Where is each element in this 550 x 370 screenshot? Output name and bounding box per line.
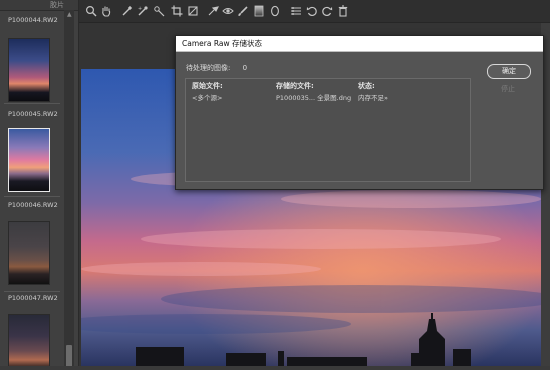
save-status-table: 原始文件: 存储的文件: 状态: <多个源> P1000035... 全景图.d… (185, 78, 471, 182)
filmstrip-item[interactable]: P1000046.RW2 (0, 198, 64, 298)
filmstrip-item-label: P1000047.RW2 (8, 294, 58, 302)
rotate-ccw-icon[interactable] (306, 5, 318, 17)
hand-icon[interactable] (100, 5, 112, 17)
stop-button[interactable]: 停止 (487, 83, 529, 96)
crop-icon[interactable] (171, 5, 183, 17)
remaining-images-count: 0 (242, 64, 248, 72)
cell-saved: P1000035... 全景图.dng (276, 94, 352, 102)
targeted-adjustment-icon[interactable] (153, 5, 165, 17)
filmstrip-divider (4, 196, 60, 197)
ok-button[interactable]: 确定 (487, 64, 531, 79)
photo-thumbnail-selected[interactable] (8, 128, 50, 192)
filmstrip-scroll-thumb[interactable] (66, 345, 72, 366)
adjustment-brush-icon[interactable] (237, 5, 249, 17)
spot-removal-icon[interactable] (207, 5, 219, 17)
column-header-saved: 存储的文件: (276, 82, 314, 90)
graduated-filter-icon[interactable] (253, 5, 265, 17)
svg-text:+: + (138, 6, 142, 12)
filmstrip-panel: 胶片 P1000044.RW2 P1000045.RW2 P1000046.RW… (0, 0, 79, 366)
photo-thumbnail[interactable] (8, 38, 50, 102)
red-eye-icon[interactable] (222, 5, 234, 17)
straighten-icon[interactable] (187, 5, 199, 17)
white-balance-icon[interactable] (121, 5, 133, 17)
preferences-icon[interactable] (290, 5, 302, 17)
filmstrip-item-label: P1000044.RW2 (8, 16, 58, 24)
toolbar: + (79, 0, 550, 23)
remaining-images-row: 待处理的图像: 0 (186, 63, 247, 73)
photo-thumbnail[interactable] (8, 314, 50, 366)
remaining-images-label: 待处理的图像: (186, 64, 231, 72)
filmstrip-scrollbar[interactable]: ▲ (64, 10, 74, 366)
color-sampler-icon[interactable]: + (137, 5, 149, 17)
scroll-up-arrow-icon[interactable]: ▲ (67, 11, 72, 18)
filmstrip-divider (4, 103, 60, 104)
filmstrip-item[interactable]: P1000047.RW2 (0, 292, 64, 366)
dialog-title: Camera Raw 存储状态 (176, 36, 543, 52)
trash-icon[interactable] (337, 5, 349, 17)
filmstrip-item[interactable]: P1000045.RW2 (0, 106, 64, 201)
rotate-cw-icon[interactable] (321, 5, 333, 17)
photo-thumbnail[interactable] (8, 221, 50, 285)
radial-filter-icon[interactable] (269, 5, 281, 17)
filmstrip-item-label: P1000046.RW2 (8, 201, 58, 209)
column-header-status: 状态: (358, 82, 375, 90)
zoom-icon[interactable] (85, 5, 97, 17)
cell-status: 内存不足» (358, 94, 388, 102)
filmstrip-item[interactable]: P1000044.RW2 (0, 12, 64, 112)
column-header-original: 原始文件: (192, 82, 223, 90)
filmstrip-item-label: P1000045.RW2 (8, 110, 58, 118)
save-status-dialog: Camera Raw 存储状态 待处理的图像: 0 原始文件: 存储的文件: 状… (175, 35, 544, 190)
cell-original: <多个源> (192, 94, 223, 102)
